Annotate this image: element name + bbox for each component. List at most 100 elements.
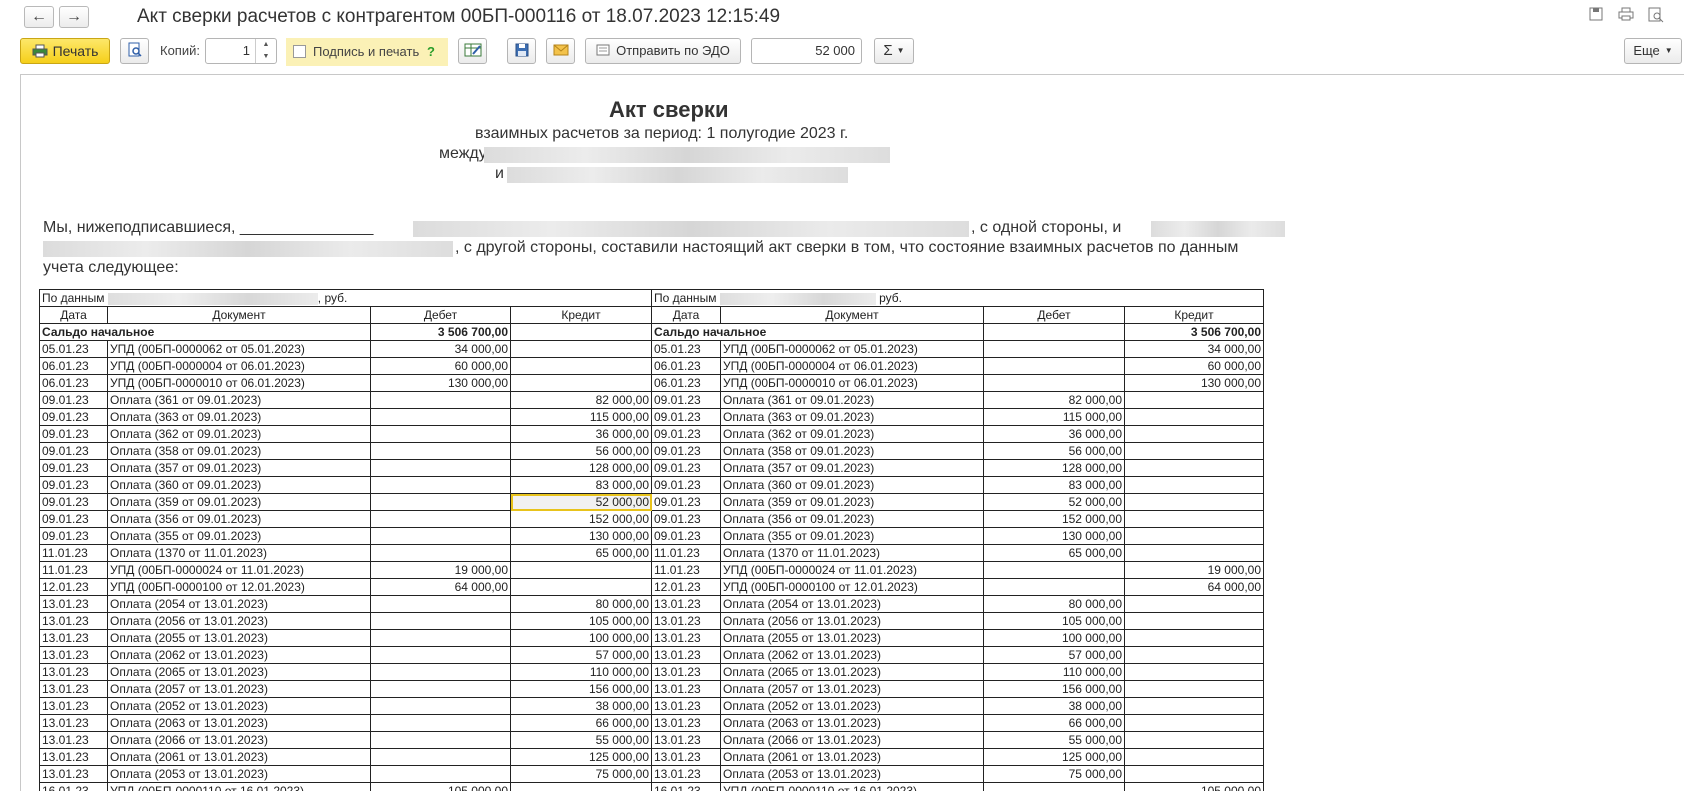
row-date[interactable]: 13.01.23 [40,647,108,664]
row-document[interactable]: Оплата (363 от 09.01.2023) [721,409,984,426]
row-right-credit[interactable] [1125,630,1264,647]
row-right-debit[interactable]: 105 000,00 [984,613,1125,630]
row-left-credit[interactable]: 152 000,00 [511,511,652,528]
row-date[interactable]: 13.01.23 [40,698,108,715]
row-left-debit[interactable] [371,613,511,630]
sum-menu-button[interactable]: Σ▼ [874,38,914,64]
row-right-credit[interactable] [1125,647,1264,664]
row-date[interactable]: 13.01.23 [40,664,108,681]
row-document[interactable]: Оплата (2056 от 13.01.2023) [721,613,984,630]
row-document[interactable]: Оплата (2057 от 13.01.2023) [721,681,984,698]
row-left-credit[interactable]: 38 000,00 [511,698,652,715]
row-right-credit[interactable] [1125,664,1264,681]
copies-spinner[interactable]: ▲▼ [255,39,276,63]
row-date[interactable]: 13.01.23 [40,732,108,749]
row-document[interactable]: Оплата (356 от 09.01.2023) [721,511,984,528]
row-document[interactable]: Оплата (2062 от 13.01.2023) [721,647,984,664]
opening-right-debit[interactable] [984,324,1125,341]
row-left-credit[interactable] [511,341,652,358]
preview-window-icon[interactable] [1646,7,1666,25]
row-date[interactable]: 13.01.23 [652,664,721,681]
row-right-credit[interactable] [1125,477,1264,494]
row-date[interactable]: 12.01.23 [652,579,721,596]
row-date[interactable]: 13.01.23 [40,613,108,630]
print-window-icon[interactable] [1616,7,1636,25]
row-left-debit[interactable]: 19 000,00 [371,562,511,579]
row-document[interactable]: Оплата (360 от 09.01.2023) [721,477,984,494]
row-right-credit[interactable]: 60 000,00 [1125,358,1264,375]
row-right-debit[interactable]: 55 000,00 [984,732,1125,749]
row-document[interactable]: Оплата (2063 от 13.01.2023) [108,715,371,732]
row-left-debit[interactable] [371,460,511,477]
row-document[interactable]: УПД (00БП-0000100 от 12.01.2023) [108,579,371,596]
row-document[interactable]: УПД (00БП-0000004 от 06.01.2023) [108,358,371,375]
row-document[interactable]: Оплата (355 от 09.01.2023) [721,528,984,545]
opening-left-debit[interactable]: 3 506 700,00 [371,324,511,341]
row-document[interactable]: Оплата (2054 от 13.01.2023) [108,596,371,613]
row-date[interactable]: 09.01.23 [652,426,721,443]
row-date[interactable]: 09.01.23 [40,443,108,460]
row-document[interactable]: Оплата (356 от 09.01.2023) [108,511,371,528]
save-window-icon[interactable] [1586,7,1606,25]
row-document[interactable]: Оплата (2065 от 13.01.2023) [108,664,371,681]
sum-field[interactable]: 52 000 [751,38,862,64]
row-right-debit[interactable]: 65 000,00 [984,545,1125,562]
row-document[interactable]: Оплата (357 от 09.01.2023) [721,460,984,477]
row-right-debit[interactable]: 128 000,00 [984,460,1125,477]
row-right-debit[interactable]: 52 000,00 [984,494,1125,511]
opening-right-credit[interactable]: 3 506 700,00 [1125,324,1264,341]
help-icon[interactable]: ? [427,44,435,59]
row-date[interactable]: 06.01.23 [40,358,108,375]
row-date[interactable]: 13.01.23 [652,647,721,664]
row-left-debit[interactable] [371,715,511,732]
row-date[interactable]: 09.01.23 [652,443,721,460]
row-right-credit[interactable] [1125,715,1264,732]
row-right-debit[interactable]: 66 000,00 [984,715,1125,732]
row-right-credit[interactable] [1125,749,1264,766]
row-left-debit[interactable]: 64 000,00 [371,579,511,596]
row-document[interactable]: Оплата (362 от 09.01.2023) [721,426,984,443]
row-document[interactable]: Оплата (359 от 09.01.2023) [721,494,984,511]
row-document[interactable]: Оплата (358 от 09.01.2023) [721,443,984,460]
row-date[interactable]: 13.01.23 [652,715,721,732]
row-document[interactable]: УПД (00БП-0000010 от 06.01.2023) [721,375,984,392]
row-date[interactable]: 13.01.23 [40,681,108,698]
row-document[interactable]: Оплата (360 от 09.01.2023) [108,477,371,494]
row-right-credit[interactable] [1125,545,1264,562]
row-right-debit[interactable]: 82 000,00 [984,392,1125,409]
row-date[interactable]: 13.01.23 [652,613,721,630]
row-document[interactable]: Оплата (2061 от 13.01.2023) [108,749,371,766]
row-left-debit[interactable] [371,698,511,715]
row-date[interactable]: 12.01.23 [40,579,108,596]
row-right-debit[interactable] [984,579,1125,596]
forward-button[interactable]: → [59,6,89,28]
row-left-credit[interactable]: 125 000,00 [511,749,652,766]
row-left-debit[interactable] [371,766,511,783]
row-left-debit[interactable] [371,443,511,460]
more-button[interactable]: Еще▼ [1624,38,1682,64]
row-document[interactable]: Оплата (357 от 09.01.2023) [108,460,371,477]
row-left-credit[interactable] [511,358,652,375]
row-left-debit[interactable] [371,511,511,528]
row-date[interactable]: 13.01.23 [40,766,108,783]
row-left-credit[interactable]: 55 000,00 [511,732,652,749]
row-left-credit[interactable] [511,375,652,392]
copies-input[interactable]: 1 ▲▼ [205,38,277,64]
row-document[interactable]: Оплата (1370 от 11.01.2023) [721,545,984,562]
row-right-debit[interactable]: 56 000,00 [984,443,1125,460]
row-left-credit[interactable]: 105 000,00 [511,613,652,630]
sign-and-stamp-toggle[interactable]: Подпись и печать ? [286,38,448,66]
row-document[interactable]: Оплата (361 от 09.01.2023) [721,392,984,409]
row-left-debit[interactable] [371,528,511,545]
row-right-debit[interactable] [984,358,1125,375]
row-date[interactable]: 13.01.23 [652,766,721,783]
row-left-debit[interactable] [371,749,511,766]
row-date[interactable]: 11.01.23 [40,562,108,579]
row-document[interactable]: УПД (00БП-0000010 от 06.01.2023) [108,375,371,392]
row-date[interactable]: 09.01.23 [40,477,108,494]
row-document[interactable]: Оплата (2065 от 13.01.2023) [721,664,984,681]
row-left-credit[interactable]: 110 000,00 [511,664,652,681]
row-document[interactable]: Оплата (2054 от 13.01.2023) [721,596,984,613]
row-date[interactable]: 11.01.23 [652,562,721,579]
row-left-credit[interactable]: 65 000,00 [511,545,652,562]
